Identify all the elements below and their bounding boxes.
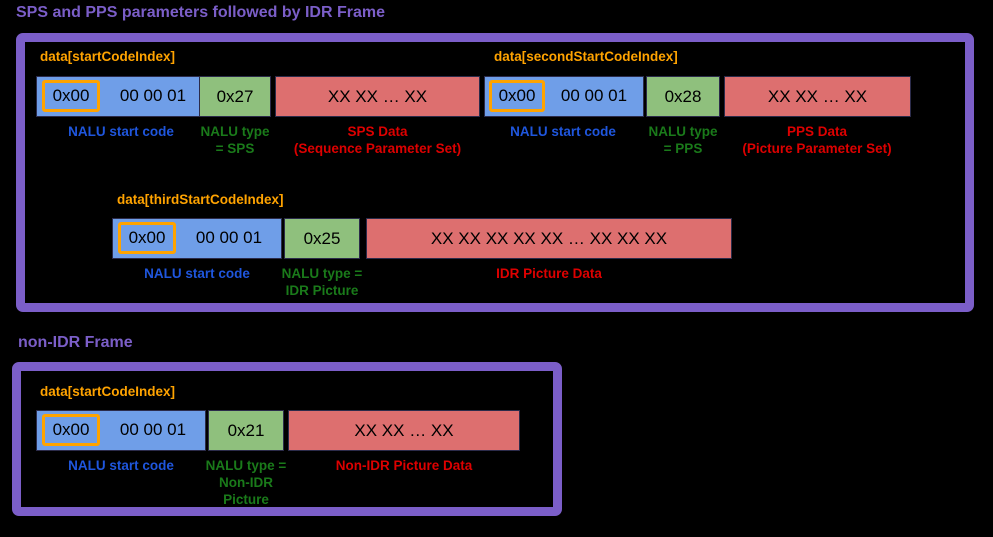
nalu-type-cell-idr: 0x25: [284, 218, 360, 259]
caption-payload-idr: IDR Picture Data: [496, 266, 602, 281]
caption-payload-non-idr: Non-IDR Picture Data: [335, 458, 473, 473]
caption-nalu-type-non-idr: NALU type = Non-IDR Picture: [205, 458, 287, 507]
caption-nalu-start-code-idr: NALU start code: [144, 266, 250, 281]
caption-payload-pps: PPS Data (Picture Parameter Set): [742, 124, 892, 156]
start-code-first-byte-non-idr: 0x00: [42, 414, 100, 446]
caption-payload-sps: SPS Data (Sequence Parameter Set): [293, 124, 462, 156]
start-code-rest-bytes-pps: 00 00 01: [560, 86, 628, 105]
start-code-rest-bytes-idr: 00 00 01: [195, 228, 263, 247]
start-code-rest-bytes-sps: 00 00 01: [119, 86, 187, 105]
index-label-start-code-index: data[startCodeIndex]: [40, 49, 176, 64]
caption-nalu-start-code-pps: NALU start code: [510, 124, 616, 139]
index-label-third-start-code-index: data[thirdStartCodeIndex]: [117, 192, 284, 207]
start-code-first-byte-sps: 0x00: [42, 80, 100, 112]
caption-nalu-start-code-non-idr: NALU start code: [68, 458, 174, 473]
section-title-non-idr: non-IDR Frame: [18, 334, 133, 351]
nalu-payload-cell-non-idr: XX XX … XX: [288, 410, 520, 451]
start-code-rest-bytes-non-idr: 00 00 01: [119, 420, 187, 439]
caption-nalu-start-code-sps: NALU start code: [68, 124, 174, 139]
caption-nalu-type-idr: NALU type = IDR Picture: [281, 266, 363, 298]
caption-nalu-type-sps: NALU type = SPS: [200, 124, 270, 156]
section-title-sps-pps-idr: SPS and PPS parameters followed by IDR F…: [16, 4, 385, 21]
nalu-type-cell-sps: 0x27: [199, 76, 271, 117]
nalu-payload-cell-sps: XX XX … XX: [275, 76, 480, 117]
start-code-first-byte-pps: 0x00: [489, 80, 545, 112]
caption-nalu-type-pps: NALU type = PPS: [648, 124, 718, 156]
nalu-type-cell-pps: 0x28: [646, 76, 720, 117]
index-label-start-code-index-non-idr: data[startCodeIndex]: [40, 384, 176, 399]
start-code-first-byte-idr: 0x00: [118, 222, 176, 254]
index-label-second-start-code-index: data[secondStartCodeIndex]: [494, 49, 678, 64]
nalu-payload-cell-idr: XX XX XX XX XX … XX XX XX: [366, 218, 732, 259]
nalu-type-cell-non-idr: 0x21: [208, 410, 284, 451]
nalu-payload-cell-pps: XX XX … XX: [724, 76, 911, 117]
